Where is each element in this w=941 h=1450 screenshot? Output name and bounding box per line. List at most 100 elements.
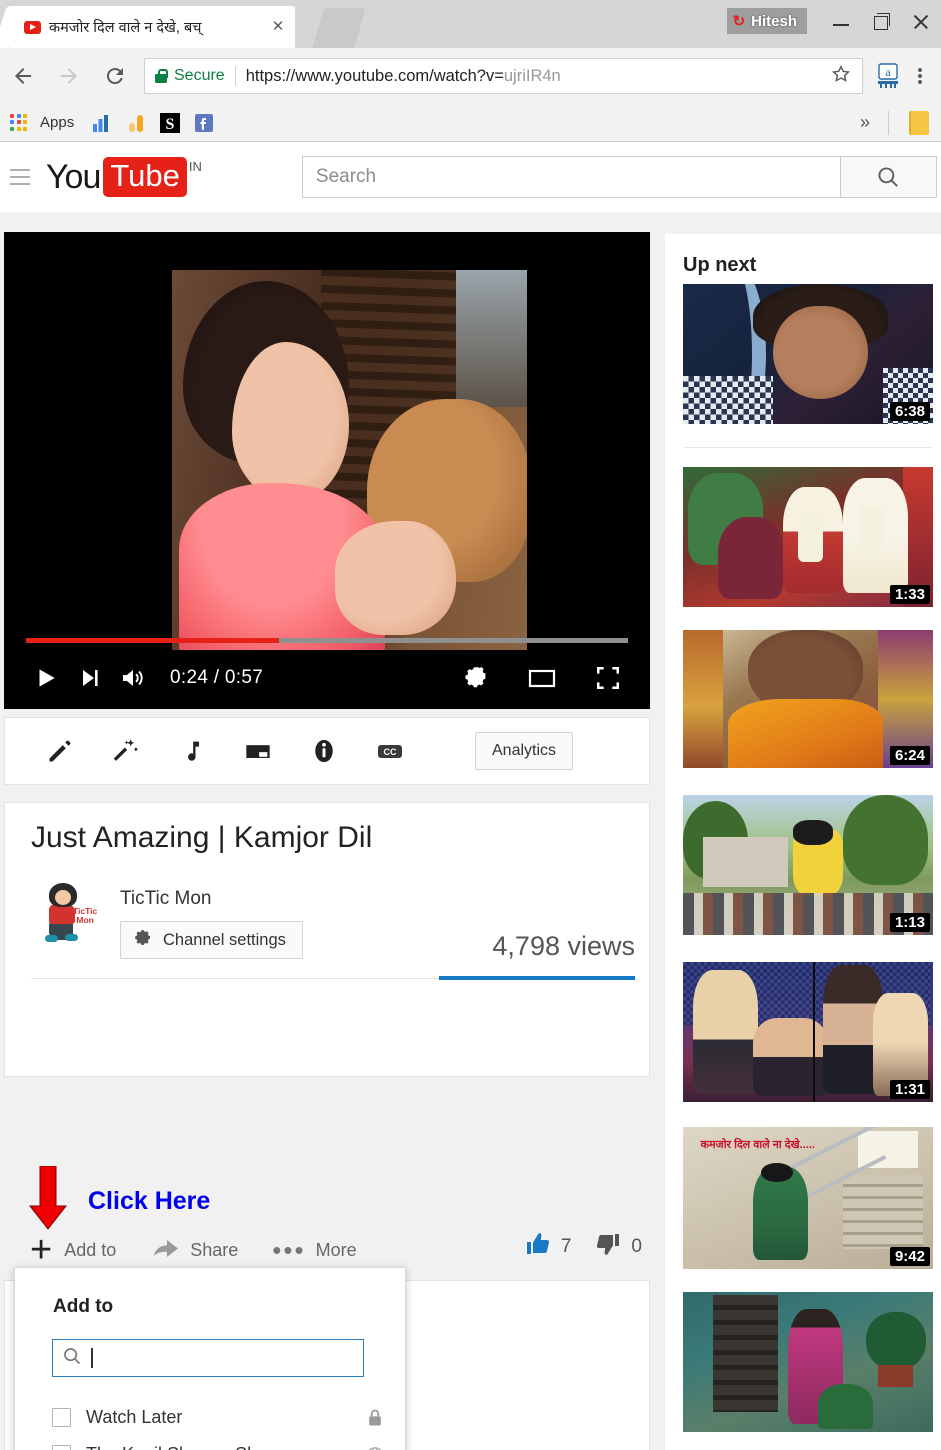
reload-icon[interactable] xyxy=(92,53,138,99)
add-to-dropdown-panel: Add to Watch Later xyxy=(14,1267,406,1450)
video-duration: 6:24 xyxy=(889,746,930,765)
add-to-label: Add to xyxy=(64,1239,117,1260)
rating-group: 7 0 xyxy=(525,1232,642,1261)
video-duration: 1:33 xyxy=(889,585,930,604)
music-note-icon[interactable] xyxy=(175,734,209,768)
analytics-label: Analytics xyxy=(492,742,557,759)
close-icon[interactable] xyxy=(909,10,933,34)
youtube-logo[interactable]: You Tube IN xyxy=(46,157,202,197)
search-input[interactable] xyxy=(301,156,840,198)
close-icon[interactable]: ✕ xyxy=(269,18,287,36)
sidebar-video-3[interactable]: 6:24 xyxy=(683,630,933,768)
channel-settings-button[interactable]: Channel settings xyxy=(120,921,303,959)
creator-toolbar: CC Analytics xyxy=(4,717,650,785)
page-content: 0:24 / 0:57 CC Analytics Just Amazing | … xyxy=(0,212,941,1450)
address-bar[interactable]: Secure https://www.youtube.com/watch?v=u… xyxy=(144,58,863,94)
analytics-button[interactable]: Analytics xyxy=(475,732,574,770)
profile-name: Hitesh xyxy=(751,12,797,30)
video-player[interactable]: 0:24 / 0:57 xyxy=(4,232,650,709)
sidebar-video-5[interactable]: 1:31 xyxy=(683,962,933,1102)
video-thumbnail: 1:33 xyxy=(683,467,933,607)
sidebar-video-4[interactable]: 1:13 xyxy=(683,795,933,935)
double-chevron-icon[interactable]: » xyxy=(860,112,870,133)
video-frame xyxy=(172,270,527,650)
add-to-button[interactable]: + Add to xyxy=(30,1231,117,1269)
browser-tab-title: कमजोर दिल वाले न देखे, बच् xyxy=(49,20,202,36)
video-duration: 6:38 xyxy=(889,402,930,421)
sidebar-video-2[interactable]: 1:33 xyxy=(683,467,933,607)
maximize-icon[interactable] xyxy=(869,10,893,34)
cc-subtitles-icon[interactable]: CC xyxy=(373,734,407,768)
profile-chip[interactable]: ↻ Hitesh xyxy=(726,8,807,34)
gear-icon xyxy=(133,928,153,953)
primary-column: 0:24 / 0:57 CC Analytics Just Amazing | … xyxy=(0,212,660,1450)
playlist-checkbox[interactable] xyxy=(52,1408,71,1427)
channel-name[interactable]: TicTic Mon xyxy=(120,888,211,910)
window-controls xyxy=(829,8,933,36)
analytics-bars-icon[interactable] xyxy=(90,111,114,135)
new-tab-button[interactable] xyxy=(312,8,366,48)
google-analytics-icon[interactable] xyxy=(124,111,148,135)
sidebar-divider xyxy=(683,447,933,448)
text-cursor xyxy=(91,1348,93,1368)
pencil-edit-icon[interactable] xyxy=(43,734,77,768)
playlist-search-input[interactable] xyxy=(52,1339,364,1377)
share-arrow-icon xyxy=(152,1237,180,1264)
video-thumbnail: 6:38 xyxy=(683,284,933,424)
omnibox-divider xyxy=(234,66,236,86)
browser-tab-strip: कमजोर दिल वाले न देखे, बच् ✕ ↻ Hitesh xyxy=(0,0,941,48)
ellipsis-icon: ••• xyxy=(272,1235,306,1265)
sidebar-video-7[interactable] xyxy=(683,1292,933,1432)
gear-icon[interactable] xyxy=(454,656,498,700)
video-meta-card: Just Amazing | Kamjor Dil TicTic Mon TicT… xyxy=(4,802,650,1077)
info-cards-icon[interactable] xyxy=(307,734,341,768)
video-progress-bar[interactable] xyxy=(26,638,628,643)
three-dot-menu-icon[interactable] xyxy=(905,61,935,91)
more-button[interactable]: ••• More xyxy=(272,1235,357,1265)
playlist-checkbox[interactable] xyxy=(52,1445,71,1450)
volume-icon[interactable] xyxy=(112,656,156,700)
list-item[interactable]: Watch Later xyxy=(15,1399,407,1436)
apps-label[interactable]: Apps xyxy=(40,114,74,131)
amazon-extension-icon[interactable]: a xyxy=(875,62,901,90)
video-time-display: 0:24 / 0:57 xyxy=(170,667,264,688)
player-right-controls xyxy=(454,656,630,700)
sidebar-video-1[interactable]: 6:38 xyxy=(683,284,933,424)
sync-error-icon: ↻ xyxy=(732,13,746,30)
avatar[interactable]: TicTic Mon xyxy=(35,881,97,943)
progress-played xyxy=(26,638,279,643)
thumbs-up-icon[interactable] xyxy=(525,1232,551,1261)
hamburger-menu-icon[interactable] xyxy=(10,169,30,185)
minimize-icon[interactable] xyxy=(829,10,853,34)
views-underline xyxy=(439,976,635,980)
play-icon[interactable] xyxy=(24,656,68,700)
magic-wand-enhance-icon[interactable] xyxy=(109,734,143,768)
like-count: 7 xyxy=(560,1235,572,1257)
logo-tube-text: Tube xyxy=(103,157,187,197)
next-track-icon[interactable] xyxy=(68,656,112,700)
sidebar-video-6[interactable]: कमजोर दिल वाले ना देखे..... 9:42 xyxy=(683,1127,933,1269)
channel-settings-label: Channel settings xyxy=(163,930,286,949)
end-screen-icon[interactable] xyxy=(241,734,275,768)
facebook-icon[interactable] xyxy=(192,111,216,135)
list-item[interactable]: The Kapil Sharma Show xyxy=(15,1436,407,1450)
s-black-icon[interactable]: S xyxy=(158,111,182,135)
fullscreen-icon[interactable] xyxy=(586,656,630,700)
theater-mode-icon[interactable] xyxy=(520,656,564,700)
share-button[interactable]: Share xyxy=(152,1237,238,1264)
thumbs-down-icon[interactable] xyxy=(595,1232,621,1261)
browser-tab[interactable]: कमजोर दिल वाले न देखे, बच् ✕ xyxy=(10,6,295,48)
more-label: More xyxy=(315,1239,357,1260)
search-button[interactable] xyxy=(839,156,937,198)
player-controls: 0:24 / 0:57 xyxy=(4,647,650,709)
back-arrow-icon[interactable] xyxy=(0,53,46,99)
folder-icon[interactable] xyxy=(909,110,929,135)
globe-public-icon xyxy=(365,1445,385,1450)
click-here-annotation-top: Click Here xyxy=(88,1187,211,1215)
video-duration: 1:13 xyxy=(889,913,930,932)
star-icon[interactable] xyxy=(820,63,852,90)
lock-icon xyxy=(155,69,168,83)
apps-grid-icon[interactable] xyxy=(10,113,28,132)
security-label: Secure xyxy=(174,67,225,84)
video-thumbnail: कमजोर दिल वाले ना देखे..... 9:42 xyxy=(683,1127,933,1269)
